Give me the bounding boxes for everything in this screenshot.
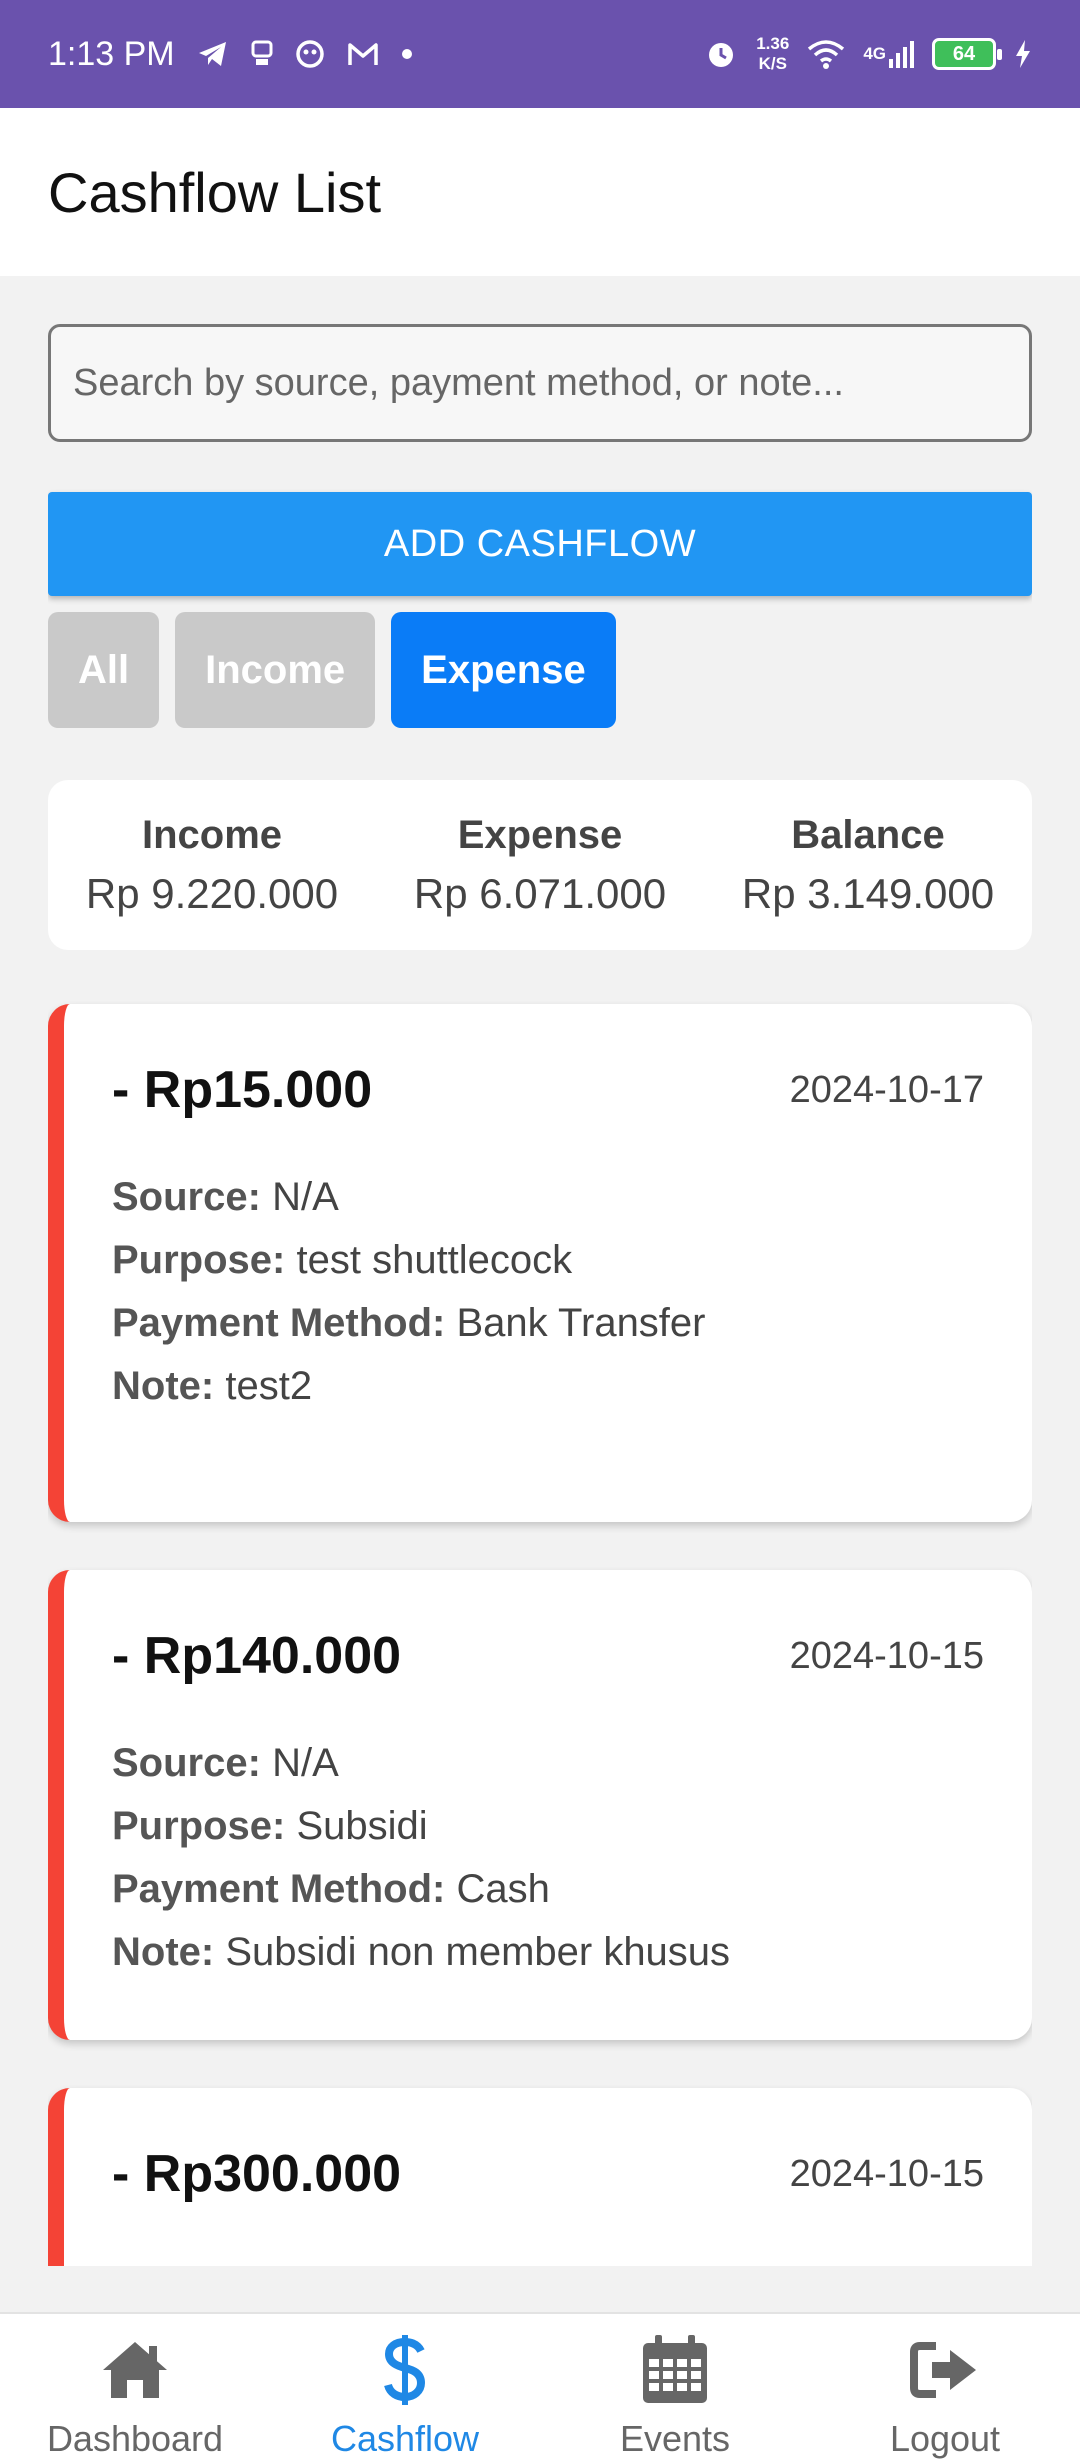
gmail-icon [347,41,379,67]
nav-logout[interactable]: Logout [810,2314,1080,2460]
cashflow-payment-method: Payment Method: Bank Transfer [112,1301,706,1345]
cashflow-source: Source: N/A [112,1175,339,1219]
home-icon [99,2328,171,2412]
summary-balance-label: Balance [791,812,945,857]
filter-income-button[interactable]: Income [175,612,376,728]
summary-expense-label: Expense [457,812,623,857]
status-time: 1:13 PM [48,34,175,73]
cashflow-date: 2024-10-17 [789,1068,984,1111]
notification-dot-icon [401,48,413,60]
cashflow-purpose: Purpose: Subsidi [112,1804,428,1848]
face-app-icon [295,39,325,69]
cashflow-source: Source: N/A [112,1741,339,1785]
cashflow-payment-method: Payment Method: Cash [112,1867,550,1911]
filter-expense-button[interactable]: Expense [391,612,616,728]
network-speed: 1.36 K/S [756,34,790,73]
filter-group: All Income Expense [48,612,616,728]
battery-indicator: 64 [932,38,1002,70]
nav-cashflow-label: Cashflow [330,2418,480,2459]
nav-events[interactable]: Events [540,2314,810,2460]
wifi-icon [807,39,845,69]
cashflow-card[interactable]: - Rp300.000 2024-10-15 [48,2088,1032,2266]
calendar-icon [639,2328,711,2412]
cashflow-date: 2024-10-15 [789,1634,984,1677]
page-title: Cashflow List [48,160,382,224]
app-bar: Cashflow List [0,108,1080,276]
telegram-icon [197,40,229,68]
filter-all-button[interactable]: All [48,612,160,728]
summary-expense: Expense Rp 6.071.000 [380,813,700,918]
cashflow-amount: - Rp300.000 [112,2145,402,2203]
summary-balance: Balance Rp 3.149.000 [708,813,1028,918]
cashflow-purpose: Purpose: test shuttlecock [112,1238,573,1282]
cashflow-amount: - Rp140.000 [112,1627,402,1685]
summary-income: Income Rp 9.220.000 [52,813,372,918]
add-cashflow-button[interactable]: ADD CASHFLOW [48,492,1032,596]
cashflow-date: 2024-10-15 [789,2152,984,2195]
cashflow-card[interactable]: - Rp140.000 2024-10-15 Source: N/A Purpo… [48,1570,1032,2040]
summary-income-value: Rp 9.220.000 [85,869,339,917]
summary-card: Income Rp 9.220.000 Expense Rp 6.071.000… [48,780,1032,950]
cellular-signal-icon: 4G [863,39,914,69]
status-bar: 1:13 PM 1.36 K/S 4G 64 [0,0,1080,108]
cashflow-content[interactable]: ADD CASHFLOW All Income Expense Income R… [48,276,1032,2266]
bottom-navigation: Dashboard Cashflow Events Logout [0,2312,1080,2460]
nav-events-label: Events [619,2418,731,2459]
nav-dashboard[interactable]: Dashboard [0,2314,270,2460]
logout-icon [910,2328,980,2412]
nav-dashboard-label: Dashboard [46,2418,224,2459]
nav-logout-label: Logout [889,2418,1001,2459]
cashflow-note: Note: Subsidi non member khusus [112,1930,731,1974]
cashflow-amount: - Rp15.000 [112,1061,373,1119]
pay-app-icon [251,40,273,68]
search-box[interactable] [48,324,1032,442]
summary-balance-value: Rp 3.149.000 [741,869,995,917]
dollar-icon [383,2328,427,2412]
cashflow-card[interactable]: - Rp15.000 2024-10-17 Source: N/A Purpos… [48,1004,1032,1522]
charging-icon [1014,39,1032,69]
summary-income-label: Income [141,812,283,857]
summary-expense-value: Rp 6.071.000 [413,869,667,917]
alarm-icon [704,37,738,71]
nav-cashflow[interactable]: Cashflow [270,2314,540,2460]
cashflow-note: Note: test2 [112,1364,313,1408]
search-input[interactable] [73,361,1029,405]
